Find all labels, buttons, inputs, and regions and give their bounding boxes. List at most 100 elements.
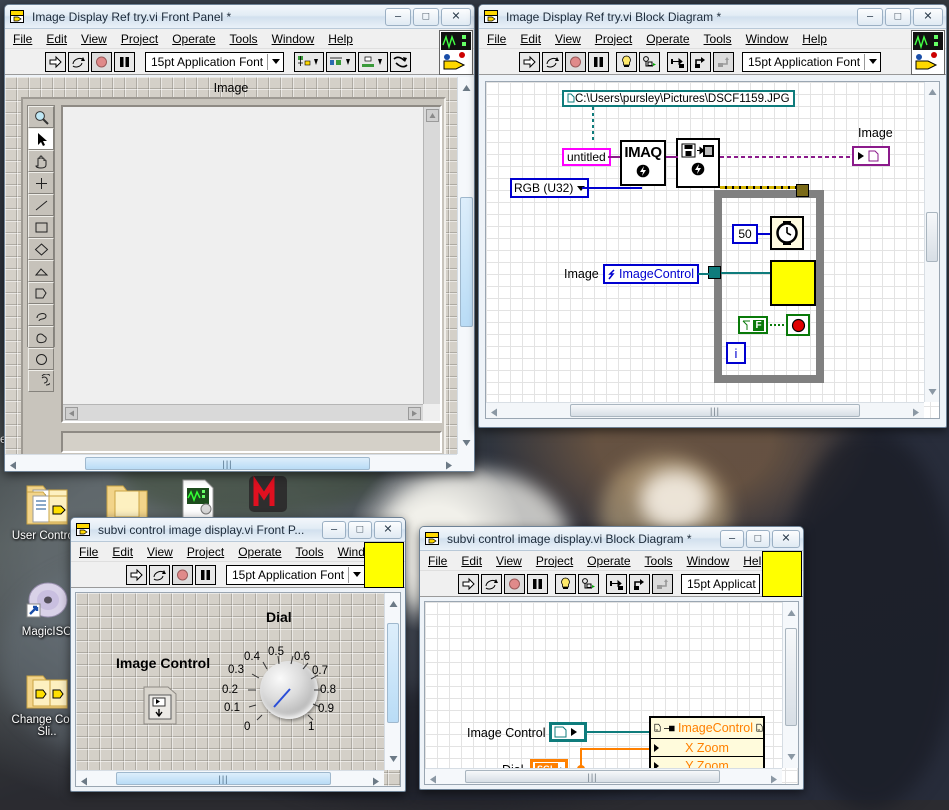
while-loop[interactable]: 50 F i: [708, 184, 824, 383]
image-control-refnum[interactable]: [143, 681, 183, 725]
block-diagram-vscrollbar[interactable]: [924, 82, 939, 402]
menu-tools[interactable]: Tools: [645, 554, 673, 568]
subvi-image-control-node[interactable]: [770, 260, 816, 306]
vscrollbar-thumb[interactable]: [387, 623, 399, 723]
titlebar-block-diagram-main[interactable]: Image Display Ref try.vi Block Diagram *…: [479, 5, 946, 29]
abort-icon[interactable]: [91, 51, 112, 72]
scroll-right-button[interactable]: [770, 773, 778, 784]
minimize-button[interactable]: –: [720, 529, 744, 548]
image-canvas-vscrollbar[interactable]: [423, 107, 440, 404]
scroll-up-button[interactable]: [462, 81, 471, 95]
retain-wire-values-icon[interactable]: [639, 51, 660, 72]
front-panel-hscrollbar[interactable]: |||: [5, 454, 457, 471]
menu-help[interactable]: Help: [802, 32, 827, 46]
block-diagram-subvi-hscrollbar[interactable]: |||: [425, 768, 782, 784]
window-controls[interactable]: – □ ✕: [322, 520, 402, 539]
annulus-tool-icon[interactable]: [28, 370, 54, 392]
menu-tools[interactable]: Tools: [704, 32, 732, 46]
pause-icon[interactable]: [195, 564, 216, 585]
menu-view[interactable]: View: [555, 32, 581, 46]
font-selector[interactable]: 15pt Application Font: [145, 51, 285, 72]
close-button[interactable]: ✕: [772, 529, 800, 548]
block-diagram-hscrollbar[interactable]: |||: [486, 402, 924, 418]
string-constant-untitled[interactable]: untitled: [562, 148, 611, 166]
menu-file[interactable]: File: [79, 545, 98, 559]
toolbar-block-diagram-subvi[interactable]: 15pt Applicat: [420, 551, 803, 597]
front-panel-subvi-canvas[interactable]: Image Control Dial 0 0.1 0.2 0.3 0.4 0.5…: [75, 592, 401, 787]
imaq-readfile-node[interactable]: [676, 138, 720, 188]
scroll-right-button[interactable]: [372, 775, 380, 786]
menu-view[interactable]: View: [147, 545, 173, 559]
scroll-down-button[interactable]: [389, 752, 398, 766]
menubar-front-panel-subvi[interactable]: File Edit View Project Operate Tools Win…: [71, 542, 405, 562]
menu-edit[interactable]: Edit: [46, 32, 67, 46]
menu-edit[interactable]: Edit: [112, 545, 133, 559]
highlight-execution-icon[interactable]: [616, 51, 637, 72]
chevron-down-icon[interactable]: [869, 59, 878, 64]
scroll-left-button[interactable]: [9, 459, 17, 471]
window-front-panel-subvi[interactable]: subvi control image display.vi Front P..…: [70, 517, 406, 792]
close-button[interactable]: ✕: [913, 7, 943, 26]
scroll-right-button[interactable]: [912, 406, 920, 418]
font-selector[interactable]: 15pt Applicat: [681, 573, 760, 594]
front-panel-subvi-vscrollbar[interactable]: [384, 593, 400, 770]
menu-edit[interactable]: Edit: [520, 32, 541, 46]
chevron-down-icon[interactable]: [353, 572, 362, 577]
image-canvas[interactable]: [61, 105, 442, 423]
run-continuous-icon[interactable]: [481, 573, 502, 594]
toolbar-front-panel-main[interactable]: 15pt Application Font: [5, 30, 474, 75]
pan-tool-icon[interactable]: [28, 150, 54, 172]
image-control-terminal[interactable]: [549, 722, 587, 742]
menu-operate[interactable]: Operate: [587, 554, 630, 568]
image-tool-palette[interactable]: [27, 105, 55, 392]
window-front-panel-main[interactable]: Image Display Ref try.vi Front Panel * –…: [4, 4, 475, 472]
scroll-right-button[interactable]: [445, 459, 453, 471]
image-canvas-hscrollbar[interactable]: [63, 404, 423, 421]
menubar-block-diagram-main[interactable]: File Edit View Project Operate Tools Win…: [479, 29, 946, 49]
pause-icon[interactable]: [114, 51, 135, 72]
desktop-icon[interactable]: [228, 472, 306, 518]
scroll-up-button[interactable]: [389, 597, 398, 611]
block-diagram-subvi-canvas[interactable]: Image Control Dial SGL ?! ImageControl ?…: [424, 601, 799, 785]
front-panel-canvas[interactable]: Image |||: [5, 77, 474, 471]
run-icon[interactable]: [126, 564, 147, 585]
scroll-up-button[interactable]: [928, 85, 937, 99]
menu-operate[interactable]: Operate: [646, 32, 689, 46]
maximize-button[interactable]: □: [413, 7, 439, 26]
run-icon[interactable]: [519, 51, 540, 72]
font-selector[interactable]: 15pt Application Font: [226, 564, 366, 585]
rotated-rect-tool-icon[interactable]: [28, 238, 54, 260]
scroll-left-button[interactable]: [65, 407, 78, 420]
menu-window[interactable]: Window: [746, 32, 789, 46]
window-controls[interactable]: – □ ✕: [385, 7, 471, 26]
window-controls[interactable]: – □ ✕: [720, 529, 800, 548]
image-display-control[interactable]: [21, 97, 446, 471]
line-tool-icon[interactable]: [28, 194, 54, 216]
menu-view[interactable]: View: [81, 32, 107, 46]
window-block-diagram-subvi[interactable]: subvi control image display.vi Block Dia…: [419, 526, 804, 790]
menu-operate[interactable]: Operate: [172, 32, 215, 46]
false-constant[interactable]: F: [738, 316, 768, 334]
scroll-down-button[interactable]: [787, 750, 796, 764]
pause-icon[interactable]: [527, 573, 548, 594]
image-control-reference-node[interactable]: ImageControl: [603, 264, 700, 284]
property-node-reference-row[interactable]: ?! ImageControl ?!: [651, 718, 763, 738]
maximize-button[interactable]: □: [885, 7, 911, 26]
front-panel-subvi-hscrollbar[interactable]: |||: [76, 770, 384, 786]
scroll-right-button[interactable]: [408, 407, 421, 420]
scroll-up-button[interactable]: [787, 606, 796, 620]
polygon-tool-icon[interactable]: [28, 260, 54, 282]
menu-file[interactable]: File: [487, 32, 506, 46]
loop-stop-terminal[interactable]: [786, 314, 810, 336]
dial-control[interactable]: 0 0.1 0.2 0.3 0.4 0.5 0.6 0.7 0.8 0.9 1: [216, 627, 356, 745]
resize-corner[interactable]: [457, 454, 474, 471]
scroll-up-button[interactable]: [426, 109, 439, 122]
menu-view[interactable]: View: [496, 554, 522, 568]
menu-project[interactable]: Project: [187, 545, 224, 559]
menu-edit[interactable]: Edit: [461, 554, 482, 568]
abort-icon[interactable]: [172, 564, 193, 585]
run-continuous-icon[interactable]: [149, 564, 170, 585]
run-icon[interactable]: [45, 51, 66, 72]
scroll-down-button[interactable]: [928, 385, 937, 399]
desktop-icon[interactable]: [158, 476, 236, 522]
